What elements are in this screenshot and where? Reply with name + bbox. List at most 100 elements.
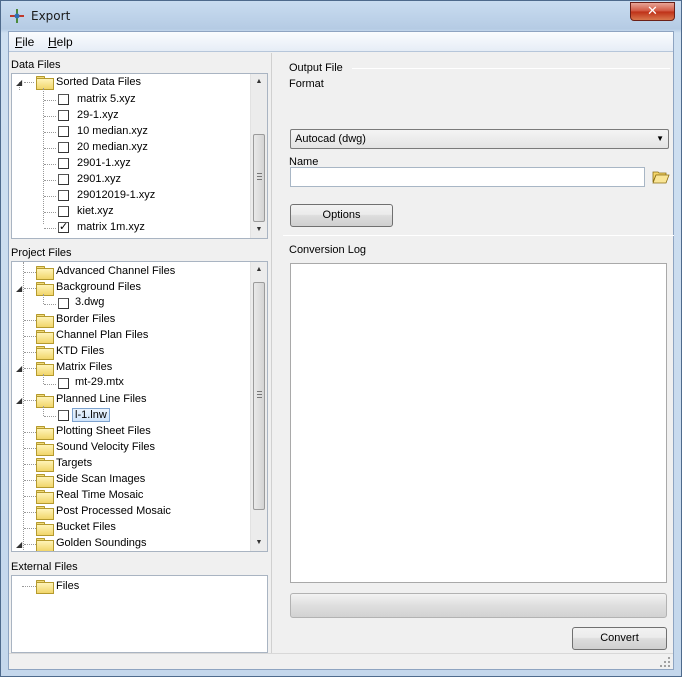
files-folder[interactable]: Files: [56, 580, 79, 592]
tree-line: [44, 100, 56, 101]
data-file-item[interactable]: 29012019-1.xyz: [77, 189, 155, 201]
tree-line: [24, 288, 36, 289]
folder-icon: [36, 362, 54, 376]
file-checkbox[interactable]: [58, 158, 69, 169]
expand-triangle-icon[interactable]: ◢: [16, 365, 24, 373]
file-checkbox[interactable]: [58, 206, 69, 217]
menu-help-label: elp: [56, 35, 73, 49]
menu-file[interactable]: File: [15, 35, 34, 49]
project-folder-item[interactable]: Border Files: [56, 313, 115, 325]
project-folder-item[interactable]: Real Time Mosaic: [56, 489, 143, 501]
tree-line: [24, 272, 36, 273]
expand-triangle-icon[interactable]: ◢: [16, 285, 24, 293]
data-file-item[interactable]: 20 median.xyz: [77, 141, 148, 153]
format-label: Format: [289, 78, 324, 90]
project-files-tree[interactable]: Advanced Channel Files ◢ Background Files…: [11, 261, 268, 552]
project-folder-item[interactable]: Background Files: [56, 281, 141, 293]
data-file-item[interactable]: 2901-1.xyz: [77, 157, 131, 169]
external-files-tree[interactable]: Files: [11, 575, 268, 653]
window-title: Export: [31, 9, 71, 23]
project-folder-item[interactable]: Channel Plan Files: [56, 329, 148, 341]
tree-line: [24, 496, 36, 497]
open-folder-icon[interactable]: [652, 170, 670, 184]
data-files-scrollbar[interactable]: ▲ ▼: [250, 74, 267, 238]
scroll-thumb[interactable]: [253, 134, 265, 222]
group-divider: [352, 68, 670, 69]
file-checkbox[interactable]: [58, 126, 69, 137]
tree-line: [44, 304, 56, 305]
expand-triangle-icon[interactable]: ◢: [16, 541, 24, 549]
scroll-down-arrow-icon[interactable]: ▼: [251, 222, 267, 238]
tree-line: [24, 512, 36, 513]
scroll-up-arrow-icon[interactable]: ▲: [251, 262, 267, 278]
project-file-item[interactable]: 3.dwg: [75, 296, 104, 308]
project-folder-item[interactable]: Golden Soundings: [56, 537, 147, 549]
sorted-data-files-folder[interactable]: Sorted Data Files: [56, 76, 141, 88]
menu-bar: File Help: [9, 32, 673, 52]
file-checkbox[interactable]: [58, 94, 69, 105]
project-files-title: Project Files: [11, 247, 72, 259]
project-folder-item[interactable]: Sound Velocity Files: [56, 441, 155, 453]
folder-icon: [36, 314, 54, 328]
scroll-down-arrow-icon[interactable]: ▼: [251, 535, 267, 551]
folder-icon: [36, 426, 54, 440]
file-checkbox[interactable]: [58, 378, 69, 389]
export-window: Export ✕ File Help Data Files ◢ Sorted D…: [0, 0, 682, 677]
project-folder-item[interactable]: Bucket Files: [56, 521, 116, 533]
close-button[interactable]: ✕: [630, 2, 675, 21]
project-files-scrollbar[interactable]: ▲ ▼: [250, 262, 267, 551]
format-selected-value: Autocad (dwg): [295, 133, 366, 145]
project-folder-item[interactable]: Matrix Files: [56, 361, 112, 373]
project-folder-item[interactable]: Advanced Channel Files: [56, 265, 175, 277]
conversion-log-box[interactable]: [290, 263, 667, 583]
data-file-item[interactable]: 29-1.xyz: [77, 109, 119, 121]
tree-line: [44, 196, 56, 197]
file-checkbox[interactable]: [58, 142, 69, 153]
project-file-item[interactable]: mt-29.mtx: [75, 376, 124, 388]
folder-icon: [36, 580, 54, 594]
project-folder-item[interactable]: Post Processed Mosaic: [56, 505, 171, 517]
tree-line: [24, 528, 36, 529]
title-bar[interactable]: Export ✕: [1, 1, 681, 31]
project-folder-item[interactable]: Plotting Sheet Files: [56, 425, 151, 437]
data-file-item[interactable]: 2901.xyz: [77, 173, 121, 185]
project-file-item[interactable]: l-1.lnw: [72, 408, 110, 422]
section-divider: [283, 235, 674, 236]
scroll-thumb[interactable]: [253, 282, 265, 510]
folder-icon: [36, 506, 54, 520]
project-folder-item[interactable]: Side Scan Images: [56, 473, 145, 485]
tree-line: [22, 586, 36, 587]
project-folder-item[interactable]: KTD Files: [56, 345, 104, 357]
expand-triangle-icon[interactable]: ◢: [16, 79, 24, 87]
tree-line: [44, 148, 56, 149]
tree-line: [44, 164, 56, 165]
menu-help-mnemonic: H: [48, 35, 57, 49]
tree-line: [43, 88, 44, 224]
tree-line: [44, 132, 56, 133]
file-checkbox[interactable]: [58, 298, 69, 309]
data-files-tree[interactable]: ◢ Sorted Data Files matrix 5.xyz 29-1.xy…: [11, 73, 268, 239]
expand-triangle-icon[interactable]: ◢: [16, 397, 24, 405]
file-checkbox[interactable]: [58, 110, 69, 121]
convert-button[interactable]: Convert: [572, 627, 667, 650]
format-dropdown[interactable]: Autocad (dwg) ▼: [290, 129, 669, 149]
tree-line: [24, 544, 36, 545]
data-file-item[interactable]: 10 median.xyz: [77, 125, 148, 137]
project-folder-item[interactable]: Targets: [56, 457, 92, 469]
file-checkbox[interactable]: [58, 174, 69, 185]
folder-icon: [36, 330, 54, 344]
file-checkbox[interactable]: [58, 410, 69, 421]
data-file-item[interactable]: kiet.xyz: [77, 205, 114, 217]
folder-icon: [36, 490, 54, 504]
data-file-item[interactable]: matrix 5.xyz: [77, 93, 136, 105]
menu-help[interactable]: Help: [48, 35, 73, 49]
options-button[interactable]: Options: [290, 204, 393, 227]
scroll-up-arrow-icon[interactable]: ▲: [251, 74, 267, 90]
data-file-item[interactable]: matrix 1m.xyz: [77, 221, 145, 233]
file-checkbox[interactable]: [58, 190, 69, 201]
project-folder-item[interactable]: Planned Line Files: [56, 393, 147, 405]
resize-grip-icon[interactable]: [659, 656, 671, 668]
file-checkbox[interactable]: ✓: [58, 222, 69, 233]
tree-line: [43, 294, 44, 304]
name-input[interactable]: [290, 167, 645, 187]
